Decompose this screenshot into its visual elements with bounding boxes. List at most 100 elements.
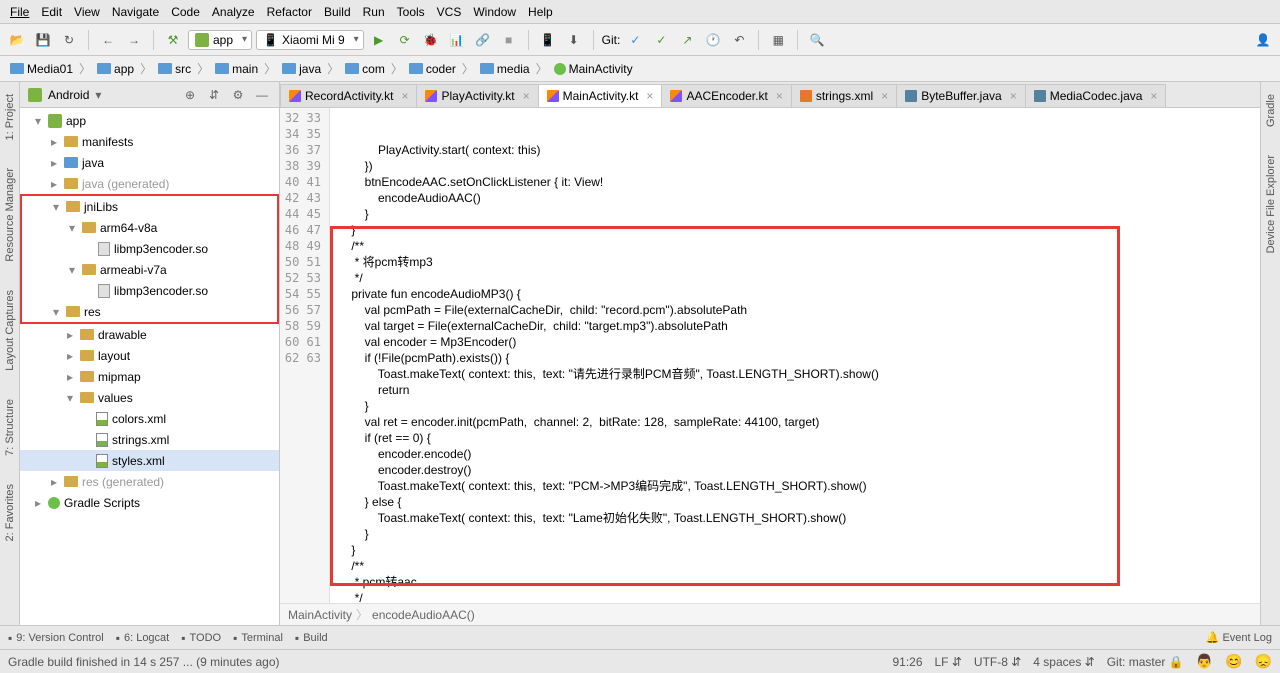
breadcrumb-item[interactable]: com (341, 62, 389, 76)
bottom-tab[interactable]: ▪TODO (181, 631, 221, 645)
tree-twistie[interactable]: ▸ (48, 475, 60, 489)
tree-row[interactable]: ▸drawable (20, 324, 279, 345)
tree-row[interactable]: ▸res (generated) (20, 471, 279, 492)
breadcrumb-item[interactable]: main (211, 62, 262, 76)
tree-row[interactable]: colors.xml (20, 408, 279, 429)
tree-row[interactable]: ▾jniLibs (22, 196, 277, 217)
menu-file[interactable]: File (4, 5, 35, 19)
hide-icon[interactable]: — (253, 86, 271, 104)
editor-tab[interactable]: ByteBuffer.java× (896, 84, 1026, 107)
tree-row[interactable]: ▸layout (20, 345, 279, 366)
breadcrumb-item[interactable]: media (476, 62, 534, 76)
hammer-icon[interactable]: ⚒ (162, 29, 184, 51)
tree-twistie[interactable]: ▸ (64, 328, 76, 342)
forward-icon[interactable]: → (123, 29, 145, 51)
attach-icon[interactable]: 🔗 (472, 29, 494, 51)
tree-row[interactable]: ▸java (20, 152, 279, 173)
close-icon[interactable]: × (523, 89, 530, 103)
editor-tab[interactable]: MediaCodec.java× (1025, 84, 1167, 107)
menu-build[interactable]: Build (318, 5, 357, 19)
close-icon[interactable]: × (1150, 89, 1157, 103)
open-icon[interactable]: 📂 (6, 29, 28, 51)
editor-tab[interactable]: PlayActivity.kt× (416, 84, 538, 107)
editor-tab[interactable]: RecordActivity.kt× (280, 84, 417, 107)
target-icon[interactable]: ⊕ (181, 86, 199, 104)
tree-row[interactable]: ▸java (generated) (20, 173, 279, 194)
menu-vcs[interactable]: VCS (431, 5, 468, 19)
tree-twistie[interactable]: ▾ (64, 391, 76, 405)
tree-twistie[interactable]: ▸ (32, 496, 44, 510)
rail-tab[interactable]: 1: Project (4, 90, 16, 144)
rail-tab[interactable]: Layout Captures (4, 286, 16, 375)
tree-twistie[interactable]: ▸ (64, 349, 76, 363)
tree-row[interactable]: ▸Gradle Scripts (20, 492, 279, 513)
rail-tab[interactable]: Resource Manager (4, 164, 16, 266)
editor-tab[interactable]: MainActivity.kt× (538, 84, 663, 107)
rail-tab[interactable]: Device File Explorer (1265, 151, 1277, 257)
tree-row[interactable]: ▾res (22, 301, 277, 322)
line-ending[interactable]: LF ⇵ (935, 655, 962, 669)
breadcrumb-item[interactable]: app (93, 62, 138, 76)
tree-row[interactable]: strings.xml (20, 429, 279, 450)
close-icon[interactable]: × (1010, 89, 1017, 103)
tree-row[interactable]: libmp3encoder.so (22, 238, 277, 259)
tree-row[interactable]: ▾armeabi-v7a (22, 259, 277, 280)
breadcrumb-item[interactable]: MainActivity (550, 62, 637, 76)
bottom-tab[interactable]: ▪6: Logcat (116, 631, 170, 645)
menu-navigate[interactable]: Navigate (106, 5, 165, 19)
menu-help[interactable]: Help (522, 5, 559, 19)
tree-row[interactable]: ▸mipmap (20, 366, 279, 387)
tree-twistie[interactable]: ▾ (50, 305, 62, 319)
tree-row[interactable]: styles.xml (20, 450, 279, 471)
breadcrumb-item[interactable]: java (278, 62, 325, 76)
menu-code[interactable]: Code (165, 5, 206, 19)
sad-icon[interactable]: 😞 (1255, 653, 1272, 670)
back-icon[interactable]: ← (97, 29, 119, 51)
collapse-icon[interactable]: ⇵ (205, 86, 223, 104)
git-update-icon[interactable]: ✓ (624, 29, 646, 51)
device-combo[interactable]: 📱Xiaomi Mi 9 (256, 30, 364, 50)
editor-tab[interactable]: AACEncoder.kt× (661, 84, 791, 107)
code-content[interactable]: PlayActivity.start( context: this) }) bt… (330, 108, 1260, 603)
profile-icon[interactable]: 📊 (446, 29, 468, 51)
sidebar-title[interactable]: Android (48, 88, 89, 102)
git-revert-icon[interactable]: ↶ (728, 29, 750, 51)
editor-tab[interactable]: strings.xml× (791, 84, 897, 107)
gear-icon[interactable]: ⚙ (229, 86, 247, 104)
bottom-tab[interactable]: ▪Terminal (233, 631, 283, 645)
bottom-tab[interactable]: ▪Build (295, 631, 328, 645)
menu-refactor[interactable]: Refactor (261, 5, 318, 19)
close-icon[interactable]: × (881, 89, 888, 103)
rail-tab[interactable]: Gradle (1265, 90, 1277, 131)
tree-row[interactable]: ▾values (20, 387, 279, 408)
tree-row[interactable]: ▾app (20, 110, 279, 131)
tree-twistie[interactable]: ▾ (66, 263, 78, 277)
editor-crumb[interactable]: encodeAudioAAC() (372, 608, 475, 622)
menu-tools[interactable]: Tools (391, 5, 431, 19)
rail-tab[interactable]: 7: Structure (4, 395, 16, 460)
caret-position[interactable]: 91:26 (892, 655, 922, 669)
event-log-tab[interactable]: 🔔 Event Log (1206, 631, 1272, 644)
breadcrumb-item[interactable]: src (154, 62, 195, 76)
close-icon[interactable]: × (401, 89, 408, 103)
stop-icon[interactable]: ■ (498, 29, 520, 51)
tree-twistie[interactable]: ▾ (32, 114, 44, 128)
close-icon[interactable]: × (776, 89, 783, 103)
user-icon[interactable]: 👤 (1252, 29, 1274, 51)
avd-icon[interactable]: 📱 (537, 29, 559, 51)
git-branch[interactable]: Git: master 🔒 (1107, 655, 1184, 669)
breadcrumb-item[interactable]: Media01 (6, 62, 77, 76)
bottom-tab[interactable]: ▪9: Version Control (8, 631, 104, 645)
tree-row[interactable]: ▸manifests (20, 131, 279, 152)
run-icon[interactable]: ▶ (368, 29, 390, 51)
tree-twistie[interactable]: ▸ (48, 177, 60, 191)
close-icon[interactable]: × (646, 89, 653, 103)
tree-twistie[interactable]: ▾ (66, 221, 78, 235)
search-icon[interactable]: 🔍 (806, 29, 828, 51)
menu-window[interactable]: Window (467, 5, 522, 19)
tree-twistie[interactable]: ▸ (64, 370, 76, 384)
indent[interactable]: 4 spaces ⇵ (1033, 655, 1094, 669)
menu-view[interactable]: View (68, 5, 106, 19)
code-editor[interactable]: 32 33 34 35 36 37 38 39 40 41 42 43 44 4… (280, 108, 1260, 603)
encoding[interactable]: UTF-8 ⇵ (974, 655, 1021, 669)
